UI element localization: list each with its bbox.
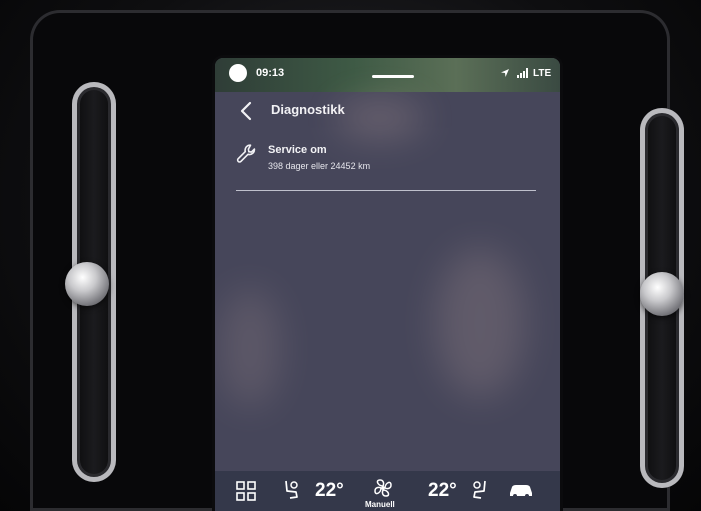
glass-reflection [435,248,525,398]
climate-bar: 22° Manuell 22° [215,471,560,511]
service-label: Service om [268,144,327,156]
profile-avatar[interactable] [229,64,247,82]
status-bar: 09:13 LTE [215,58,560,92]
left-temperature[interactable]: 22° [315,480,344,502]
page-title: Diagnostikk [271,102,345,117]
wrench-icon [236,144,256,163]
top-pull-down-handle[interactable] [372,75,414,78]
signal-strength-icon [517,68,528,78]
car-climate-icon[interactable] [508,482,534,498]
left-vent-knob [65,262,109,306]
back-chevron-icon[interactable] [237,100,257,122]
service-remaining: 398 dager eller 24452 km [268,161,371,171]
page-header: Diagnostikk [215,92,560,128]
navigation-arrow-icon [501,69,509,77]
fan-icon[interactable] [372,477,394,499]
infotainment-screen: 09:13 LTE Diagnostikk Service om 398 dag… [215,58,560,511]
service-info-row[interactable]: Service om 398 dager eller 24452 km [231,140,541,188]
right-temperature[interactable]: 22° [428,480,457,502]
right-vent-knob [640,272,684,316]
glass-reflection [220,288,280,408]
list-divider [236,190,536,191]
apps-grid-icon[interactable] [236,481,256,501]
status-time: 09:13 [256,67,285,79]
seat-heat-left-icon[interactable] [281,479,301,501]
seat-heat-right-icon[interactable] [470,479,490,501]
fan-mode-label: Manuell [365,500,395,509]
network-type: LTE [533,68,552,79]
